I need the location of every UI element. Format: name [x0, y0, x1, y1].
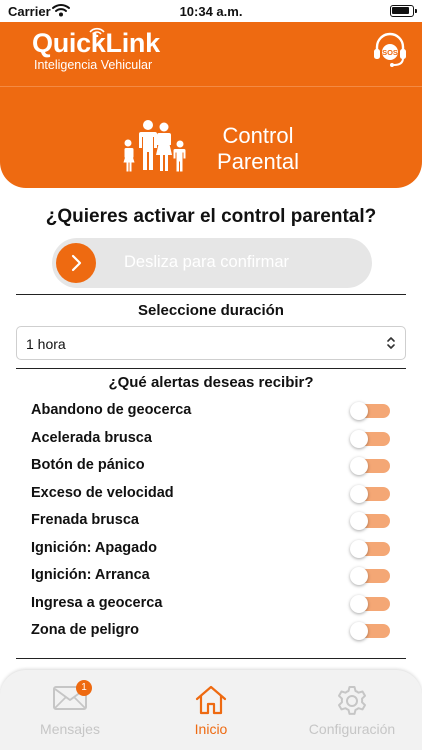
- headset-sos-icon: SOS: [374, 32, 406, 67]
- alert-label: Botón de pánico: [31, 457, 145, 473]
- tab-label: Mensajes: [40, 721, 100, 737]
- activation-question: ¿Quieres activar el control parental?: [45, 206, 377, 227]
- status-bar: Carrier 10:34 a.m.: [0, 0, 422, 22]
- alert-row-boton-panico: Botón de pánico: [30, 453, 392, 477]
- app-header: QuickLink Inteligencia Vehicular SOS: [0, 22, 422, 86]
- brand-logo: QuickLink Inteligencia Vehicular: [32, 27, 160, 72]
- tab-mensajes[interactable]: 1 Mensajes: [0, 670, 140, 750]
- toggle-thumb: [350, 567, 368, 585]
- brand-tagline: Inteligencia Vehicular: [34, 58, 153, 72]
- alert-row-zona-peligro: Zona de peligro: [30, 618, 392, 642]
- alert-row-exceso-velocidad: Exceso de velocidad: [30, 481, 392, 505]
- envelope-icon: [0, 684, 140, 717]
- alert-label: Frenada brusca: [31, 512, 139, 528]
- sos-label: SOS: [382, 48, 398, 57]
- divider: [16, 294, 406, 295]
- toggle-thumb: [350, 540, 368, 558]
- toggle-thumb: [350, 402, 368, 420]
- divider: [16, 368, 406, 369]
- tab-bar: 1 Mensajes Inicio Configuración: [0, 670, 422, 750]
- alert-row-frenada-brusca: Frenada brusca: [30, 508, 392, 532]
- alert-toggle[interactable]: [350, 457, 390, 475]
- slide-to-confirm[interactable]: Desliza para confirmar: [52, 238, 372, 288]
- alert-toggle[interactable]: [350, 567, 390, 585]
- tab-inicio[interactable]: Inicio: [141, 670, 281, 750]
- hero-title-line1: Control: [222, 123, 294, 148]
- tab-label: Configuración: [308, 721, 396, 737]
- chevron-right-icon: [71, 254, 82, 272]
- alert-label: Ingresa a geocerca: [31, 595, 163, 611]
- tab-label: Inicio: [194, 721, 228, 737]
- toggle-thumb: [350, 595, 368, 613]
- chevron-up-down-icon: [386, 336, 396, 355]
- alert-label: Abandono de geocerca: [31, 402, 192, 418]
- alert-row-ignicion-arranca: Ignición: Arranca: [30, 563, 392, 587]
- duration-selected-value: 1 hora: [26, 336, 66, 352]
- duration-label: Seleccione duración: [138, 302, 284, 319]
- battery-icon: [390, 5, 417, 17]
- alert-toggle[interactable]: [350, 622, 390, 640]
- alert-label: Zona de peligro: [31, 622, 139, 638]
- alert-label: Ignición: Apagado: [31, 540, 157, 556]
- duration-select[interactable]: 1 hora: [16, 326, 406, 360]
- alert-row-ingresa-geocerca: Ingresa a geocerca: [30, 591, 392, 615]
- toggle-thumb: [350, 622, 368, 640]
- status-time: 10:34 a.m.: [179, 4, 243, 19]
- slide-to-confirm-text: Desliza para confirmar: [124, 253, 290, 271]
- unread-badge: 1: [76, 680, 92, 696]
- alerts-title: ¿Qué alertas deseas recibir?: [108, 374, 314, 391]
- tab-configuracion[interactable]: Configuración: [282, 670, 422, 750]
- hero-title-line2: Parental: [217, 149, 299, 174]
- alert-label: Exceso de velocidad: [31, 485, 174, 501]
- hero-banner: Control Parental: [0, 86, 422, 188]
- home-icon: [141, 684, 281, 721]
- alert-label: Ignición: Arranca: [31, 567, 150, 583]
- alert-toggle[interactable]: [350, 512, 390, 530]
- alert-toggle[interactable]: [350, 540, 390, 558]
- toggle-thumb: [350, 430, 368, 448]
- logo-signal-icon: [89, 27, 105, 37]
- alert-toggle[interactable]: [350, 485, 390, 503]
- alert-toggle[interactable]: [350, 402, 390, 420]
- alert-label: Acelerada brusca: [31, 430, 152, 446]
- toggle-thumb: [350, 457, 368, 475]
- alert-row-abandono-geocerca: Abandono de geocerca: [30, 398, 392, 422]
- alert-toggle[interactable]: [350, 430, 390, 448]
- hero-title: Control Parental: [208, 123, 308, 175]
- toggle-thumb: [350, 512, 368, 530]
- sos-button[interactable]: SOS: [370, 30, 410, 70]
- alert-toggle[interactable]: [350, 595, 390, 613]
- gear-icon: [282, 684, 422, 723]
- alert-row-acelerada-brusca: Acelerada brusca: [30, 426, 392, 450]
- toggle-thumb: [350, 485, 368, 503]
- slider-knob[interactable]: [56, 243, 96, 283]
- alert-row-ignicion-apagado: Ignición: Apagado: [30, 536, 392, 560]
- divider: [16, 658, 406, 659]
- family-icon: [118, 119, 190, 178]
